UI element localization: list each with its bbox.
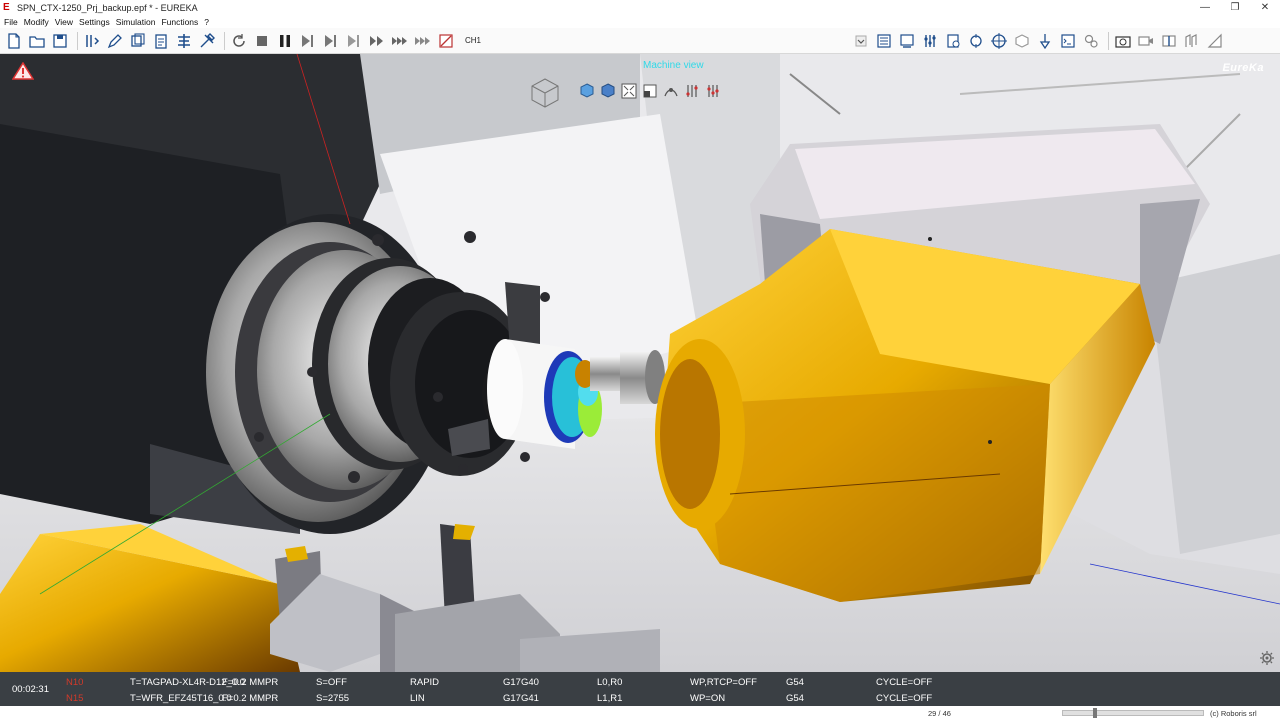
video-icon[interactable] bbox=[1136, 31, 1156, 51]
wp-status: WP=ON bbox=[690, 693, 726, 704]
minimize-button[interactable]: — bbox=[1190, 0, 1220, 15]
simulation-status-bar: 00:02:31 N10 T=TAGPAD-XL4R-D12_0.0 F=0.2… bbox=[0, 672, 1280, 706]
section-plane-icon[interactable] bbox=[641, 82, 659, 100]
clipboard-icon[interactable] bbox=[151, 31, 171, 51]
footer-bar: 29 / 46 (c) Roboris srl bbox=[0, 706, 1280, 720]
menu-file[interactable]: File bbox=[4, 17, 18, 27]
section-view-icon[interactable] bbox=[1159, 31, 1179, 51]
options-icon[interactable] bbox=[1081, 31, 1101, 51]
motion-mode: LIN bbox=[410, 693, 425, 704]
toolbar-separator bbox=[77, 31, 78, 50]
wp-rtcp-status: WP,RTCP=OFF bbox=[690, 677, 757, 688]
title-bar: E SPN_CTX-1250_Prj_backup.epf * - EUREKA… bbox=[0, 0, 1280, 15]
window-controls: — ❐ ✕ bbox=[1190, 0, 1280, 15]
collision-check-icon[interactable] bbox=[683, 82, 701, 100]
gcode-plane: G17G41 bbox=[503, 693, 539, 704]
menu-bar: File Modify View Settings Simulation Fun… bbox=[0, 15, 1280, 28]
program-list-icon[interactable] bbox=[874, 31, 894, 51]
close-button[interactable]: ✕ bbox=[1250, 0, 1280, 15]
motion-mode: RAPID bbox=[410, 677, 440, 688]
warning-icon[interactable] bbox=[11, 61, 35, 85]
timeline-slider[interactable] bbox=[1062, 708, 1204, 718]
block-counter: 29 / 46 bbox=[928, 709, 951, 718]
edit-pen-icon[interactable] bbox=[105, 31, 125, 51]
menu-settings[interactable]: Settings bbox=[79, 17, 110, 27]
step-move-icon[interactable] bbox=[344, 31, 364, 51]
block-number: N15 bbox=[66, 693, 84, 704]
step-forward-icon[interactable] bbox=[298, 31, 318, 51]
clear-path-icon[interactable] bbox=[436, 31, 456, 51]
menu-modify[interactable]: Modify bbox=[24, 17, 49, 27]
new-file-icon[interactable] bbox=[4, 31, 24, 51]
document-view-icon[interactable] bbox=[943, 31, 963, 51]
layers-icon[interactable] bbox=[128, 31, 148, 51]
toolbar-separator bbox=[1108, 31, 1109, 50]
console-icon[interactable] bbox=[897, 31, 917, 51]
view-cube-icon[interactable] bbox=[528, 76, 562, 115]
menu-help[interactable]: ? bbox=[204, 17, 209, 27]
camera-icon[interactable] bbox=[1113, 31, 1133, 51]
axes-icon[interactable] bbox=[920, 31, 940, 51]
cycle-status: CYCLE=OFF bbox=[876, 693, 933, 704]
path-trace-icon[interactable] bbox=[662, 82, 680, 100]
work-offset: G54 bbox=[786, 677, 804, 688]
lr-value: L0,R0 bbox=[597, 677, 623, 688]
stop-icon[interactable] bbox=[252, 31, 272, 51]
terminal-icon[interactable] bbox=[1058, 31, 1078, 51]
step-block-icon[interactable] bbox=[321, 31, 341, 51]
elapsed-time: 00:02:31 bbox=[12, 684, 49, 695]
gear-icon[interactable] bbox=[1260, 651, 1274, 670]
menu-view[interactable]: View bbox=[55, 17, 73, 27]
gcode-plane: G17G40 bbox=[503, 677, 539, 688]
target-icon[interactable] bbox=[989, 31, 1009, 51]
menu-simulation[interactable]: Simulation bbox=[116, 17, 156, 27]
timeline-slider-thumb[interactable] bbox=[1093, 708, 1097, 718]
menu-functions[interactable]: Functions bbox=[161, 17, 198, 27]
align-icon[interactable] bbox=[174, 31, 194, 51]
work-offset: G54 bbox=[786, 693, 804, 704]
spindle-value: S=2755 bbox=[316, 693, 350, 704]
pause-icon[interactable] bbox=[275, 31, 295, 51]
feed-value: F=0.2 MMPR bbox=[222, 693, 279, 704]
maximize-button[interactable]: ❐ bbox=[1220, 0, 1250, 15]
iso-view-icon[interactable] bbox=[578, 82, 596, 100]
window-title: SPN_CTX-1250_Prj_backup.epf * - EUREKA bbox=[17, 2, 198, 13]
cycle-status: CYCLE=OFF bbox=[876, 677, 933, 688]
feed-value: F=0.2 MMPR bbox=[222, 677, 279, 688]
ruler-icon[interactable] bbox=[1205, 31, 1225, 51]
eureka-app-icon: E bbox=[3, 1, 10, 13]
dropdown-arrow-icon[interactable] bbox=[851, 31, 871, 51]
fast-forward-icon[interactable] bbox=[390, 31, 410, 51]
tool-value: T=WFR_EFZ45T16_0.0 bbox=[130, 693, 232, 704]
copyright-text: (c) Roboris srl bbox=[1210, 709, 1257, 718]
lr-value: L1,R1 bbox=[597, 693, 623, 704]
reset-icon[interactable] bbox=[229, 31, 249, 51]
fit-view-icon[interactable] bbox=[620, 82, 638, 100]
save-icon[interactable] bbox=[50, 31, 70, 51]
spindle-value: S=OFF bbox=[316, 677, 347, 688]
toolbar-separator bbox=[224, 31, 225, 50]
machine-setup-icon[interactable] bbox=[82, 31, 102, 51]
open-folder-icon[interactable] bbox=[27, 31, 47, 51]
machine-3d-viewport[interactable]: Machine view EureKa bbox=[0, 54, 1280, 672]
block-number: N10 bbox=[66, 677, 84, 688]
axis-sliders-icon[interactable] bbox=[704, 82, 722, 100]
play-icon[interactable] bbox=[367, 31, 387, 51]
workpiece-icon[interactable] bbox=[1012, 31, 1032, 51]
probe-icon[interactable] bbox=[1035, 31, 1055, 51]
sensor-icon[interactable] bbox=[966, 31, 986, 51]
main-toolbar: CH1 bbox=[0, 28, 1280, 54]
tools-icon[interactable] bbox=[197, 31, 217, 51]
eureka-logo: EureKa bbox=[1222, 62, 1264, 74]
view-mode-label: Machine view bbox=[643, 60, 704, 71]
view-toolbar bbox=[578, 82, 725, 100]
front-view-icon[interactable] bbox=[599, 82, 617, 100]
measure-icon[interactable] bbox=[1182, 31, 1202, 51]
run-to-end-icon[interactable] bbox=[413, 31, 433, 51]
channel-label: CH1 bbox=[465, 36, 482, 45]
machine-scene bbox=[0, 54, 1280, 672]
eureka-app-window: E SPN_CTX-1250_Prj_backup.epf * - EUREKA… bbox=[0, 0, 1280, 720]
